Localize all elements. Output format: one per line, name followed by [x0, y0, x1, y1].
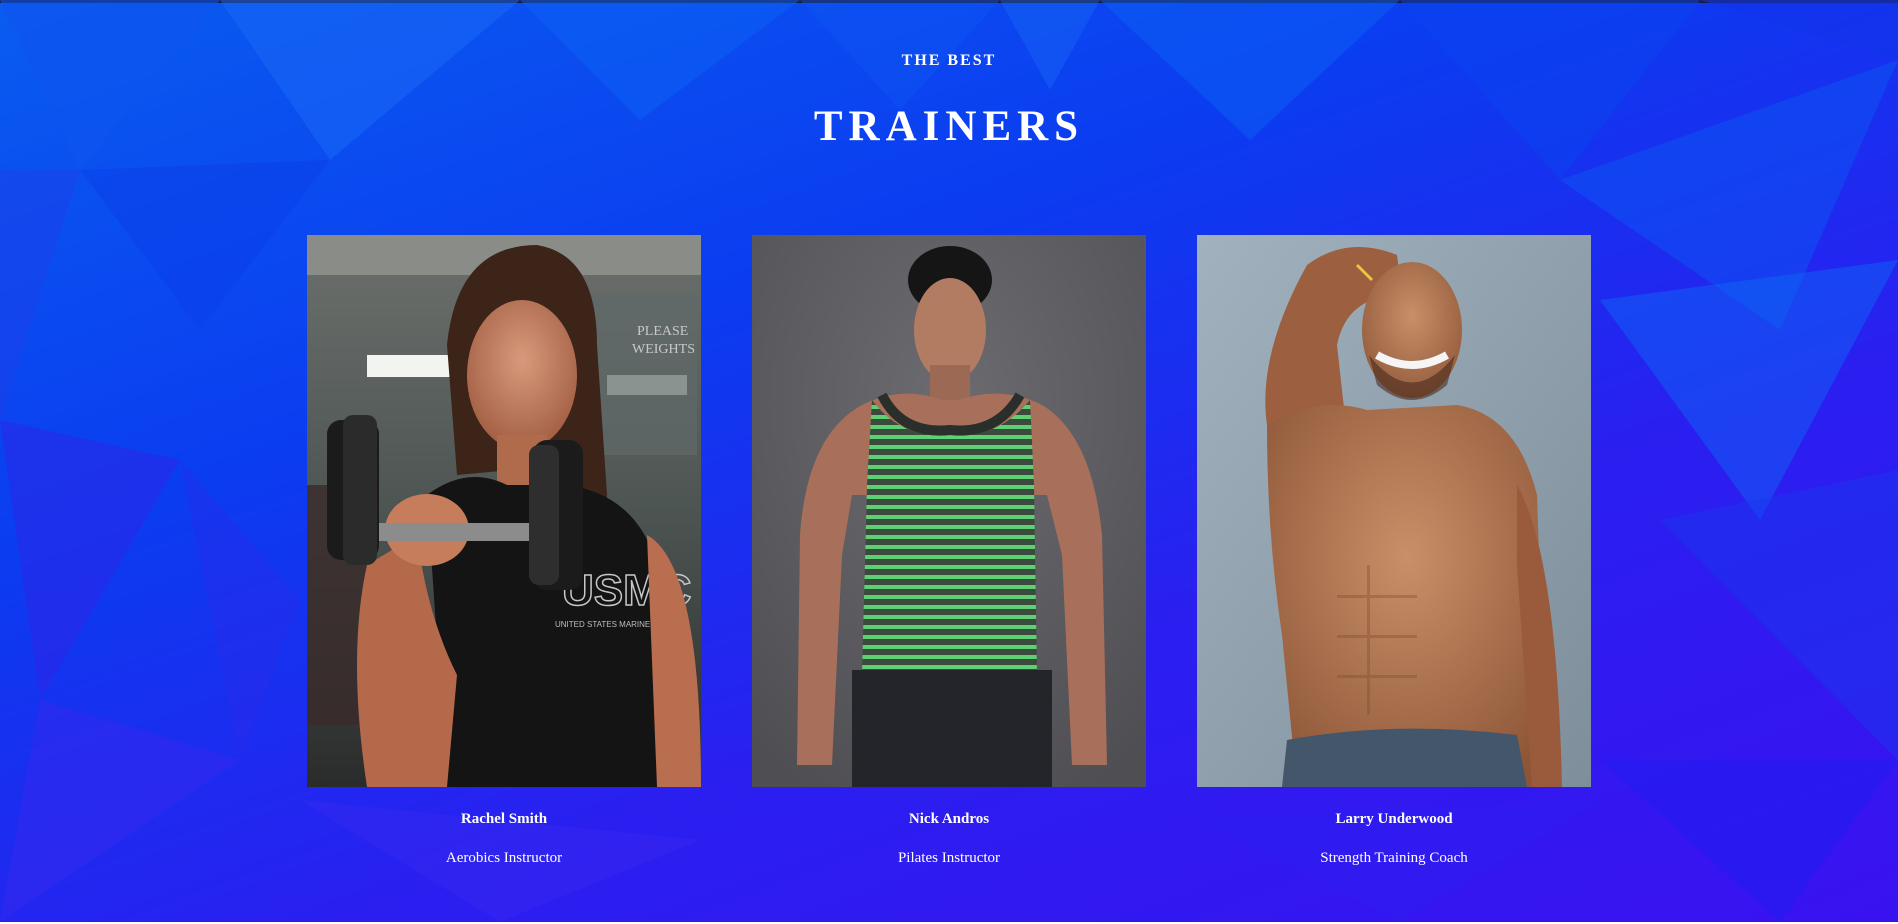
trainer-photo-larry: [1197, 235, 1591, 787]
section-eyebrow: THE BEST: [901, 52, 997, 69]
trainer-card: Nick Andros Pilates Instructor: [752, 235, 1146, 870]
trainer-role: Strength Training Coach: [1320, 850, 1468, 866]
trainer-card: Larry Underwood Strength Training Coach: [1197, 235, 1591, 870]
trainer-name: Nick Andros: [908, 811, 990, 827]
trainer-photo-rachel: PLEASE WEIGHTS USMC UNITED STATES MARINE…: [307, 235, 701, 787]
section-title: TRAINERS: [813, 103, 1085, 150]
trainer-card: PLEASE WEIGHTS USMC UNITED STATES MARINE…: [307, 235, 701, 870]
trainers-section: THE BEST TRAINERS PLEASE WEIGHTS USMC UN…: [0, 0, 1898, 922]
gym-sign-line1: PLEASE: [637, 324, 688, 339]
trainer-role: Aerobics Instructor: [445, 850, 563, 866]
trainer-name: Rachel Smith: [460, 811, 548, 827]
trainer-role: Pilates Instructor: [897, 850, 1001, 866]
trainer-name: Larry Underwood: [1335, 811, 1453, 827]
gym-sign-line2: WEIGHTS: [632, 342, 695, 357]
trainer-photo-nick: [752, 235, 1146, 787]
